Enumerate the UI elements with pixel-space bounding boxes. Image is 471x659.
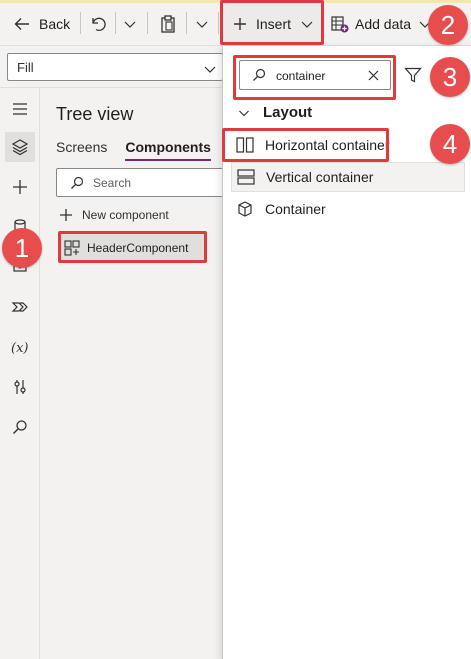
plus-icon [11, 178, 29, 196]
toolbar-divider [115, 12, 116, 34]
highlight-horizontal-container [222, 128, 389, 162]
hamburger-icon [11, 100, 29, 118]
advanced-tools-rail-button[interactable] [5, 372, 35, 402]
highlight-insert-button [220, 0, 324, 45]
search-rail-button[interactable] [5, 412, 35, 442]
add-data-label: Add data [355, 16, 412, 32]
power-automate-rail-button[interactable] [5, 292, 35, 322]
variables-icon: (x) [10, 338, 30, 356]
paste-button[interactable] [158, 3, 178, 45]
chevron-down-icon [202, 61, 218, 77]
left-rail: (x) [0, 88, 40, 659]
back-button[interactable]: Back [12, 3, 70, 45]
svg-text:(x): (x) [11, 341, 28, 356]
filter-icon [403, 65, 423, 85]
property-dropdown[interactable]: Fill [7, 53, 223, 81]
add-data-button[interactable]: Add data [330, 3, 433, 45]
container-icon [235, 200, 255, 218]
filter-button[interactable] [403, 65, 423, 85]
insert-item-label: Vertical container [266, 169, 374, 185]
clipboard-icon [158, 14, 178, 34]
toolbar-divider [80, 12, 81, 34]
insert-rail-button[interactable] [5, 172, 35, 202]
highlight-insert-search [233, 55, 396, 100]
insert-item-vertical-container[interactable]: Vertical container [231, 162, 465, 192]
hamburger-menu-button[interactable] [5, 94, 35, 124]
toolbar-divider [186, 12, 187, 34]
tab-components[interactable]: Components [125, 138, 211, 162]
tools-icon [11, 378, 29, 396]
step-badge-2: 2 [428, 5, 468, 45]
insert-item-container[interactable]: Container [231, 194, 465, 224]
undo-dropdown-button[interactable] [122, 3, 138, 45]
tree-view-panel: Tree view Screens Components Search New … [40, 88, 232, 659]
chevron-down-icon [237, 106, 251, 120]
back-arrow-icon [12, 14, 32, 34]
paste-dropdown-button[interactable] [194, 3, 210, 45]
step-badge-3: 3 [430, 57, 470, 97]
tree-view-tabs: Screens Components [56, 138, 211, 162]
search-icon [69, 175, 85, 191]
chevron-down-icon [194, 16, 210, 32]
layout-section-label: Layout [263, 104, 313, 121]
search-icon [11, 418, 29, 436]
tree-search-input[interactable]: Search [56, 168, 232, 197]
tree-view-rail-button[interactable] [5, 132, 35, 162]
step-badge-1: 1 [2, 228, 42, 268]
plus-icon [58, 207, 74, 223]
flow-icon [11, 298, 29, 316]
tab-screens[interactable]: Screens [56, 138, 107, 162]
vertical-container-icon [236, 168, 256, 186]
undo-button[interactable] [88, 3, 108, 45]
back-label: Back [39, 16, 71, 32]
toolbar-divider [218, 12, 219, 34]
database-add-icon [330, 14, 350, 34]
variables-rail-button[interactable]: (x) [5, 332, 35, 362]
toolbar-divider [147, 12, 148, 34]
new-component-button[interactable]: New component [58, 206, 169, 224]
tree-search-placeholder: Search [93, 176, 132, 190]
tree-view-title: Tree view [56, 104, 134, 124]
property-dropdown-value: Fill [17, 60, 34, 75]
layout-section-header[interactable]: Layout [237, 104, 312, 121]
chevron-down-icon [122, 16, 138, 32]
undo-icon [88, 14, 108, 34]
insert-item-label: Container [265, 201, 326, 217]
highlight-header-component [58, 231, 207, 263]
step-badge-4: 4 [430, 124, 470, 164]
layers-icon [11, 138, 29, 156]
new-component-label: New component [82, 208, 169, 222]
